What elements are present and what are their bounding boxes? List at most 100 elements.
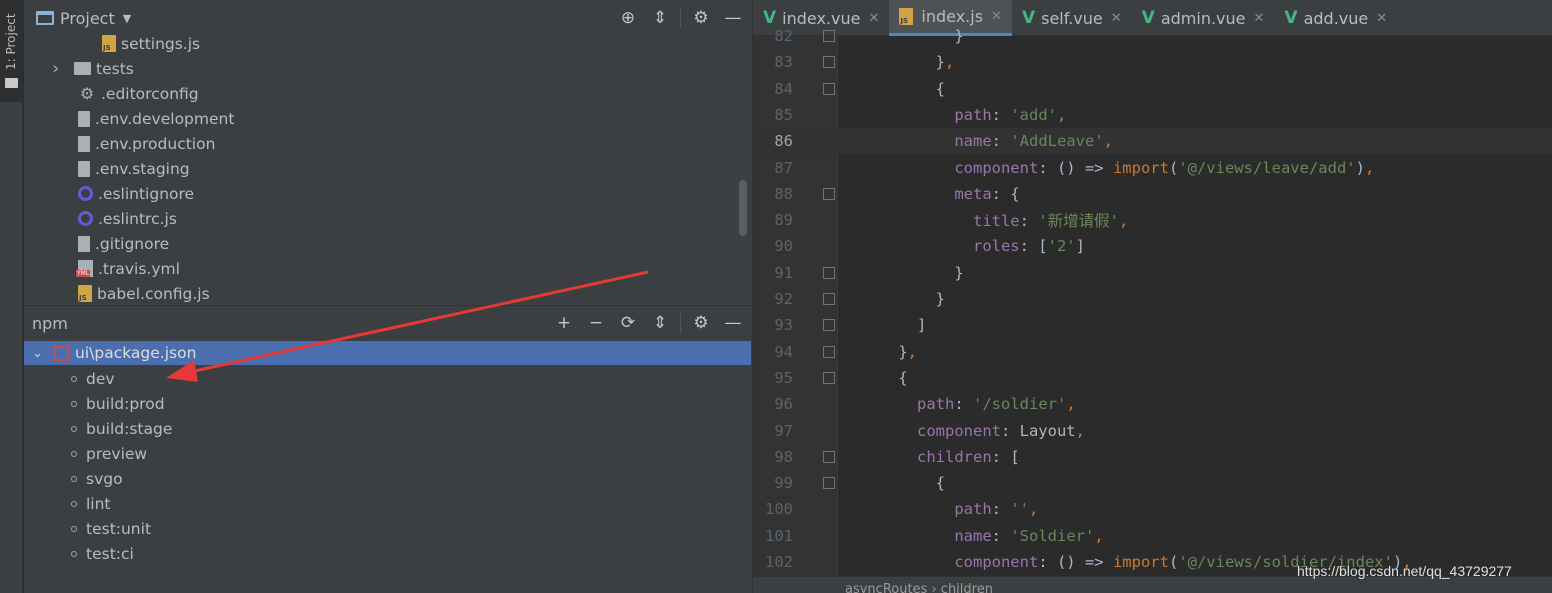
line-number: 98 <box>774 447 793 466</box>
code-line[interactable]: 89 title: '新增请假', <box>753 207 1552 233</box>
code-text: }, <box>861 343 917 361</box>
fold-marker-icon[interactable] <box>823 371 835 384</box>
remove-icon[interactable]: − <box>580 306 612 340</box>
code-line[interactable]: 98 children: [ <box>753 444 1552 470</box>
code-token: '新增请假' <box>1038 212 1119 231</box>
code-line[interactable]: 92 } <box>753 286 1552 312</box>
collapse-icon[interactable]: ⇕ <box>644 306 676 340</box>
tree-item[interactable]: .travis.yml <box>24 256 734 281</box>
fold-marker-icon[interactable] <box>823 82 835 95</box>
code-line[interactable]: 82 } <box>753 23 1552 49</box>
code-line[interactable]: 97 component: Layout, <box>753 418 1552 444</box>
code-text: { <box>861 369 907 387</box>
code-line[interactable]: 100 path: '', <box>753 496 1552 522</box>
line-number: 87 <box>774 158 793 177</box>
tree-item[interactable]: .eslintignore <box>24 181 734 206</box>
project-panel-title[interactable]: Project <box>60 9 115 28</box>
code-line[interactable]: 95 { <box>753 365 1552 391</box>
code-line[interactable]: 84 { <box>753 76 1552 102</box>
gear-icon[interactable]: ⚙ <box>685 306 717 340</box>
chevron-down-icon[interactable]: ⌄ <box>32 346 46 361</box>
code-token: { <box>861 79 945 98</box>
fold-marker-icon[interactable] <box>823 266 835 279</box>
chevron-down-icon[interactable]: ▼ <box>123 12 131 25</box>
tree-item[interactable]: settings.js <box>24 31 734 56</box>
fold-marker-icon[interactable] <box>823 56 835 69</box>
code-token: , <box>945 53 955 72</box>
code-line[interactable]: 94 }, <box>753 339 1552 365</box>
fold-marker-icon[interactable] <box>823 450 835 463</box>
npm-script-item[interactable]: svgo <box>71 466 123 491</box>
npm-script-item[interactable]: lint <box>71 491 111 516</box>
code-token: ] <box>861 316 927 335</box>
code-line[interactable]: 96 path: '/soldier', <box>753 391 1552 417</box>
fold-marker-icon[interactable] <box>823 187 835 200</box>
npm-package-row[interactable]: ⌄ ui\package.json <box>24 341 751 365</box>
tree-item[interactable]: ⚙ .editorconfig <box>24 81 734 106</box>
code-text: roles: ['2'] <box>861 237 1085 255</box>
line-number: 102 <box>765 553 793 571</box>
breadcrumb-text: asyncRoutes › children <box>845 582 993 593</box>
code-line[interactable]: 101 name: 'Soldier', <box>753 523 1552 549</box>
fold-marker-icon[interactable] <box>823 477 835 490</box>
code-line[interactable]: 87 component: () => import('@/views/leav… <box>753 155 1552 181</box>
tree-item[interactable]: .env.staging <box>24 156 734 181</box>
project-tool-tab[interactable]: 1: Project <box>0 0 23 102</box>
code-token: , <box>1075 421 1085 440</box>
add-icon[interactable]: + <box>548 306 580 340</box>
chevron-right-icon[interactable]: › <box>52 58 66 79</box>
line-number: 95 <box>774 368 793 387</box>
fold-marker-icon[interactable] <box>823 30 835 42</box>
tree-item[interactable]: .env.development <box>24 106 734 131</box>
fold-marker-icon[interactable] <box>823 345 835 358</box>
scrollbar-thumb[interactable] <box>739 180 747 236</box>
tree-item[interactable]: .eslintrc.js <box>24 206 734 231</box>
code-line[interactable]: 99 { <box>753 470 1552 496</box>
tree-item[interactable]: .env.production <box>24 131 734 156</box>
npm-package-label: ui\package.json <box>75 344 197 362</box>
code-token: ( <box>1168 158 1179 177</box>
code-token: meta <box>861 184 992 203</box>
code-token: 'Soldier' <box>1010 526 1095 545</box>
line-number: 94 <box>774 342 793 361</box>
code-line[interactable]: 86 name: 'AddLeave', <box>753 128 1552 155</box>
npm-script-item[interactable]: preview <box>71 441 147 466</box>
line-number: 83 <box>774 53 793 72</box>
code-text: } <box>861 27 963 45</box>
npm-script-item[interactable]: test:ci <box>71 541 134 566</box>
fold-marker-icon[interactable] <box>823 319 835 332</box>
code-line[interactable]: 91 } <box>753 260 1552 286</box>
line-number: 100 <box>765 500 793 519</box>
line-number: 88 <box>774 184 793 203</box>
code-token: path <box>861 395 955 414</box>
project-panel: Project ▼ ⊕ ⇕ ⚙ — settings.js›tests⚙.edi… <box>24 0 752 305</box>
code-editor: Vindex.vue✕index.js✕Vself.vue✕Vadmin.vue… <box>752 0 1552 593</box>
fold-marker-icon[interactable] <box>823 293 835 305</box>
code-line[interactable]: 83 }, <box>753 49 1552 75</box>
tree-item[interactable]: babel.config.js <box>24 281 734 306</box>
line-number: 86 <box>774 132 793 151</box>
code-line[interactable]: 88 meta: { <box>753 181 1552 207</box>
doc-icon <box>78 110 90 127</box>
script-bullet-icon <box>71 400 77 407</box>
code-token: name <box>861 526 992 545</box>
npm-script-item[interactable]: dev <box>71 366 115 391</box>
refresh-icon[interactable]: ⟳ <box>612 306 644 340</box>
code-token: : [ <box>1019 237 1048 256</box>
npm-script-item[interactable]: build:stage <box>71 416 172 441</box>
npm-script-item[interactable]: test:unit <box>71 516 151 541</box>
tree-item-label: .editorconfig <box>101 84 199 103</box>
line-number: 84 <box>774 79 793 98</box>
toolbar-separator <box>680 8 681 28</box>
code-line[interactable]: 85 path: 'add', <box>753 102 1552 128</box>
npm-script-label: build:prod <box>86 394 165 413</box>
tree-item[interactable]: › tests <box>24 56 734 81</box>
line-number: 85 <box>774 105 793 124</box>
npm-script-item[interactable]: build:prod <box>71 391 165 416</box>
close-icon[interactable]: ✕ <box>991 9 1002 24</box>
tree-item[interactable]: .gitignore <box>24 231 734 256</box>
npm-panel-title: npm <box>32 313 68 333</box>
code-line[interactable]: 90 roles: ['2'] <box>753 233 1552 259</box>
code-line[interactable]: 93 ] <box>753 312 1552 338</box>
minimize-icon[interactable]: — <box>717 306 749 340</box>
